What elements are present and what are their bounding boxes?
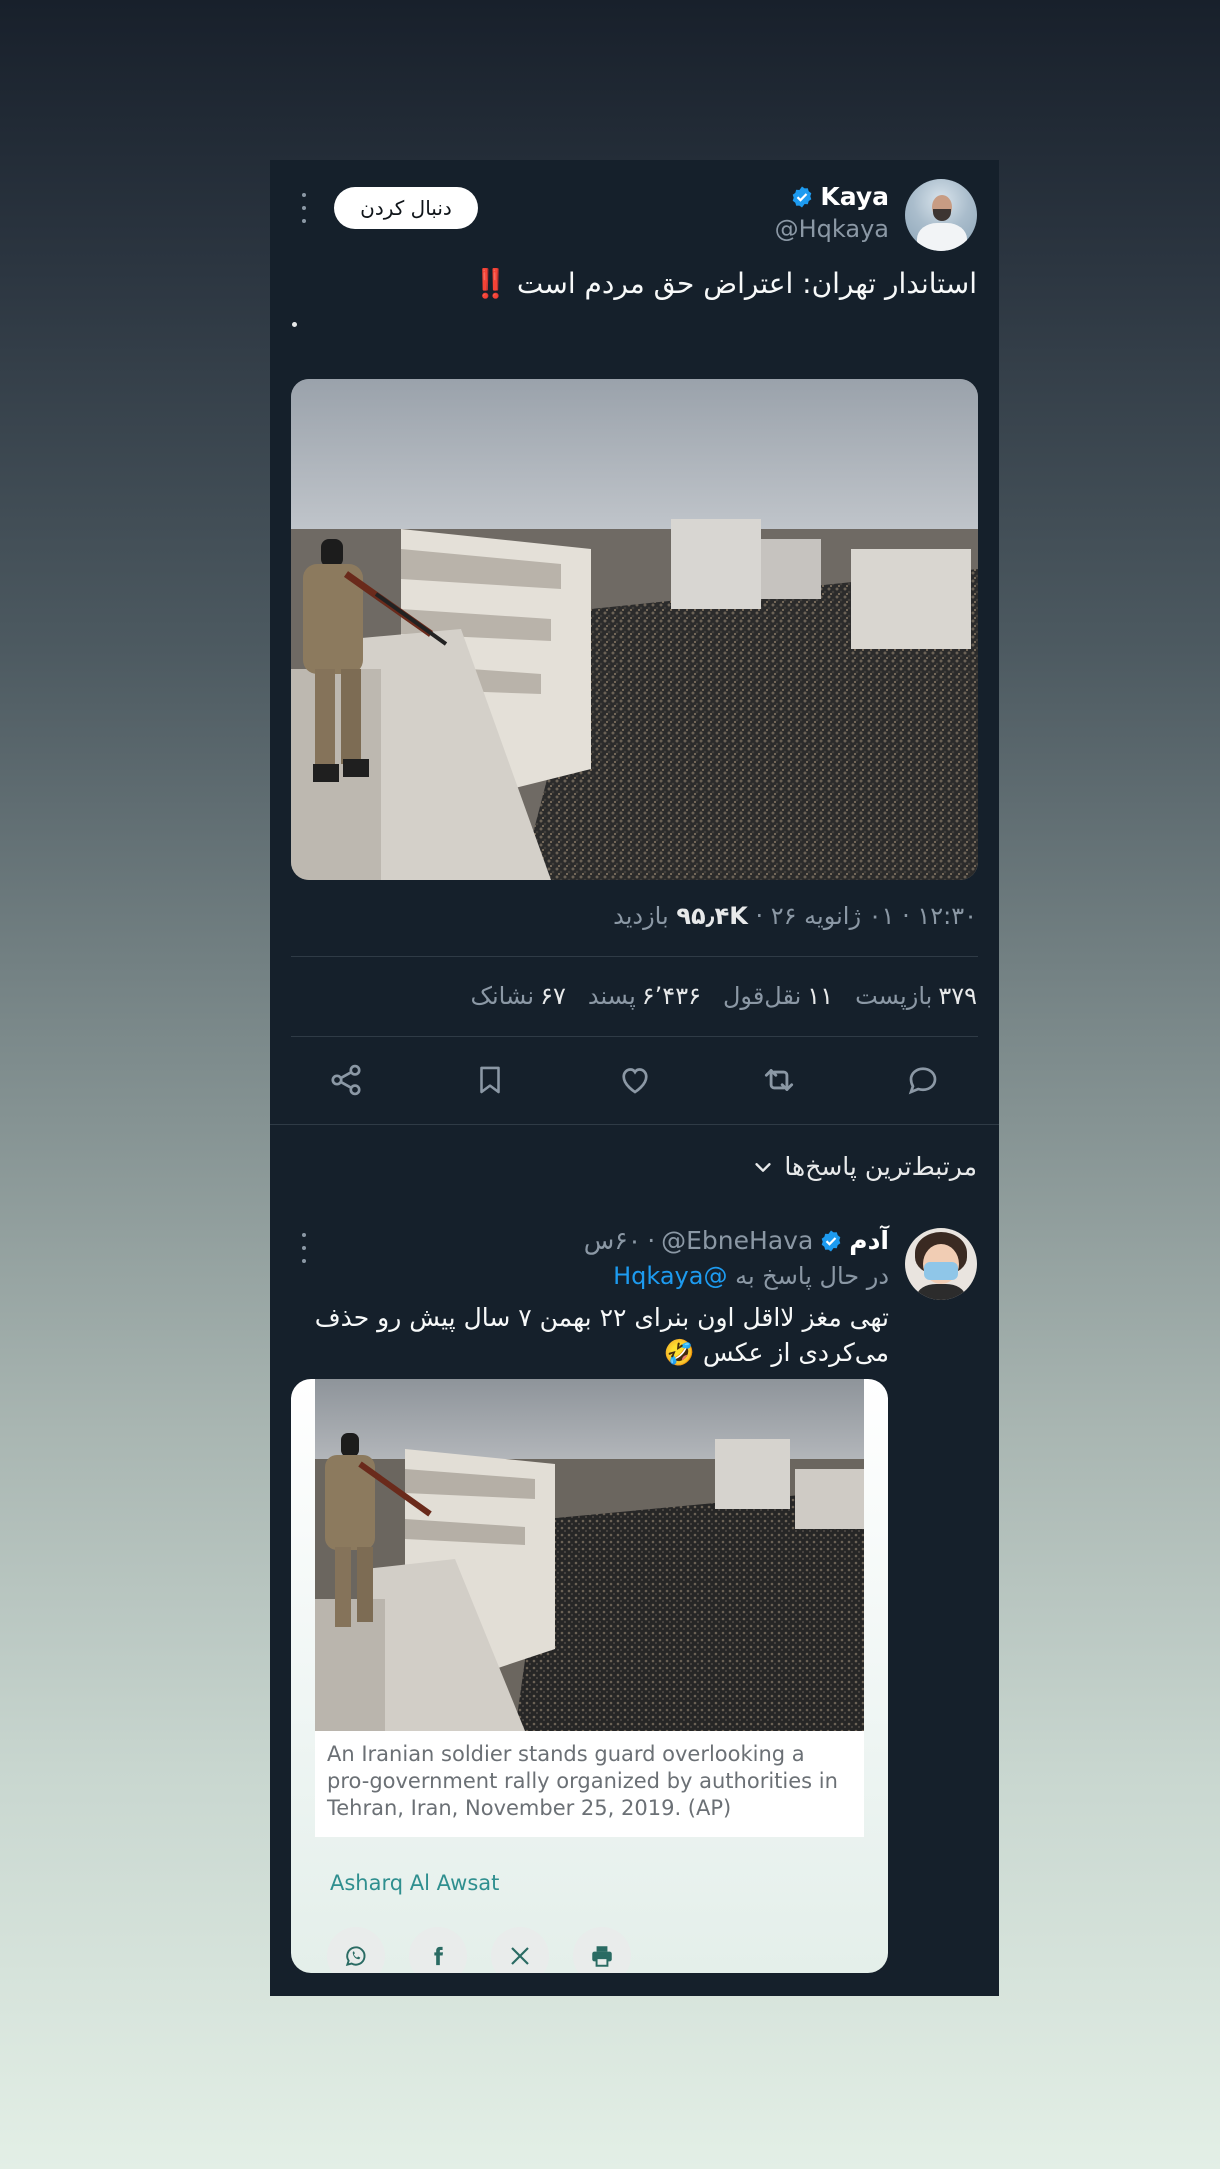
reply-more-options-icon[interactable] bbox=[294, 1233, 314, 1263]
reply-image-card[interactable]: An Iranian soldier stands guard overlook… bbox=[291, 1379, 888, 1973]
views-label: بازدید bbox=[613, 902, 669, 930]
facebook-icon[interactable] bbox=[409, 1927, 467, 1973]
tweet-date[interactable]: ۰۱ ژانویه ۲۶ bbox=[771, 902, 895, 930]
print-icon[interactable] bbox=[573, 1927, 631, 1973]
tweet-time[interactable]: ۱۲:۳۰ bbox=[917, 902, 977, 930]
chevron-down-icon bbox=[755, 1162, 772, 1172]
image-caption: An Iranian soldier stands guard overlook… bbox=[315, 1731, 864, 1837]
retweets-stat[interactable]: ۳۷۹بازپست bbox=[855, 982, 977, 1010]
author-block: Kaya @Hqkaya bbox=[775, 182, 889, 243]
reply-author-name[interactable]: آدم bbox=[849, 1226, 889, 1255]
reply-header: آدم @EbneHava · ۶۰س bbox=[583, 1226, 889, 1255]
bookmarks-stat[interactable]: ۶۷نشانک bbox=[471, 982, 566, 1010]
reply-author-handle[interactable]: @EbneHava bbox=[661, 1226, 813, 1255]
reply-sort-dropdown[interactable]: مرتبط‌ترین پاسخ‌ها bbox=[752, 1152, 977, 1181]
divider bbox=[291, 956, 978, 957]
card-share-row bbox=[327, 1927, 631, 1973]
reply-photo[interactable] bbox=[315, 1379, 864, 1731]
reply-text: تهی مغز لااقل اون بنرای ۲۲ بهمن ۷ سال پی… bbox=[314, 1303, 889, 1367]
tweet-photo[interactable] bbox=[291, 379, 978, 880]
author-name[interactable]: Kaya bbox=[820, 182, 889, 211]
tweet-meta: ۱۲:۳۰ · ۰۱ ژانویه ۲۶ · ۹۵٫۴K بازدید bbox=[613, 902, 977, 930]
share-icon[interactable] bbox=[326, 1060, 366, 1100]
engagement-stats: ۳۷۹بازپست ۱۱نقل‌قول ۶٬۴۳۶پسند ۶۷نشانک bbox=[471, 982, 978, 1010]
section-divider bbox=[270, 1124, 999, 1125]
likes-stat[interactable]: ۶٬۴۳۶پسند bbox=[588, 982, 701, 1010]
tweet-text: استاندار تهران: اعتراض حق مردم است ‼️ bbox=[473, 267, 977, 300]
follow-button[interactable]: دنبال کردن bbox=[334, 187, 478, 229]
author-handle[interactable]: @Hqkaya bbox=[775, 215, 889, 243]
verified-badge-icon bbox=[821, 1230, 841, 1251]
reply-avatar[interactable] bbox=[905, 1228, 977, 1300]
verified-badge-icon bbox=[793, 186, 812, 207]
quotes-stat[interactable]: ۱۱نقل‌قول bbox=[723, 982, 833, 1010]
whatsapp-icon[interactable] bbox=[327, 1927, 385, 1973]
reply-time[interactable]: ۶۰س bbox=[584, 1226, 641, 1255]
x-icon[interactable] bbox=[491, 1927, 549, 1973]
replying-to-mention[interactable]: @Hqkaya bbox=[613, 1262, 727, 1290]
card-source[interactable]: Asharq Al Awsat bbox=[330, 1871, 499, 1895]
reply-icon[interactable] bbox=[903, 1060, 943, 1100]
bookmark-icon[interactable] bbox=[470, 1060, 510, 1100]
like-icon[interactable] bbox=[615, 1060, 655, 1100]
views-count: ۹۵٫۴K bbox=[676, 902, 748, 930]
more-options-icon[interactable] bbox=[294, 193, 314, 223]
author-name-row[interactable]: Kaya bbox=[775, 182, 889, 211]
tweet-detail-card: Kaya @Hqkaya دنبال کردن استاندار تهران: … bbox=[270, 160, 999, 1996]
retweet-icon[interactable] bbox=[759, 1060, 799, 1100]
replying-to-label: در حال پاسخ به bbox=[735, 1262, 889, 1290]
action-bar bbox=[270, 1042, 999, 1118]
divider bbox=[291, 1036, 978, 1037]
tweet-text-dot bbox=[292, 322, 297, 327]
replying-to: در حال پاسخ به @Hqkaya bbox=[613, 1262, 889, 1290]
sort-label[interactable]: مرتبط‌ترین پاسخ‌ها bbox=[784, 1152, 977, 1181]
author-avatar[interactable] bbox=[905, 179, 977, 251]
